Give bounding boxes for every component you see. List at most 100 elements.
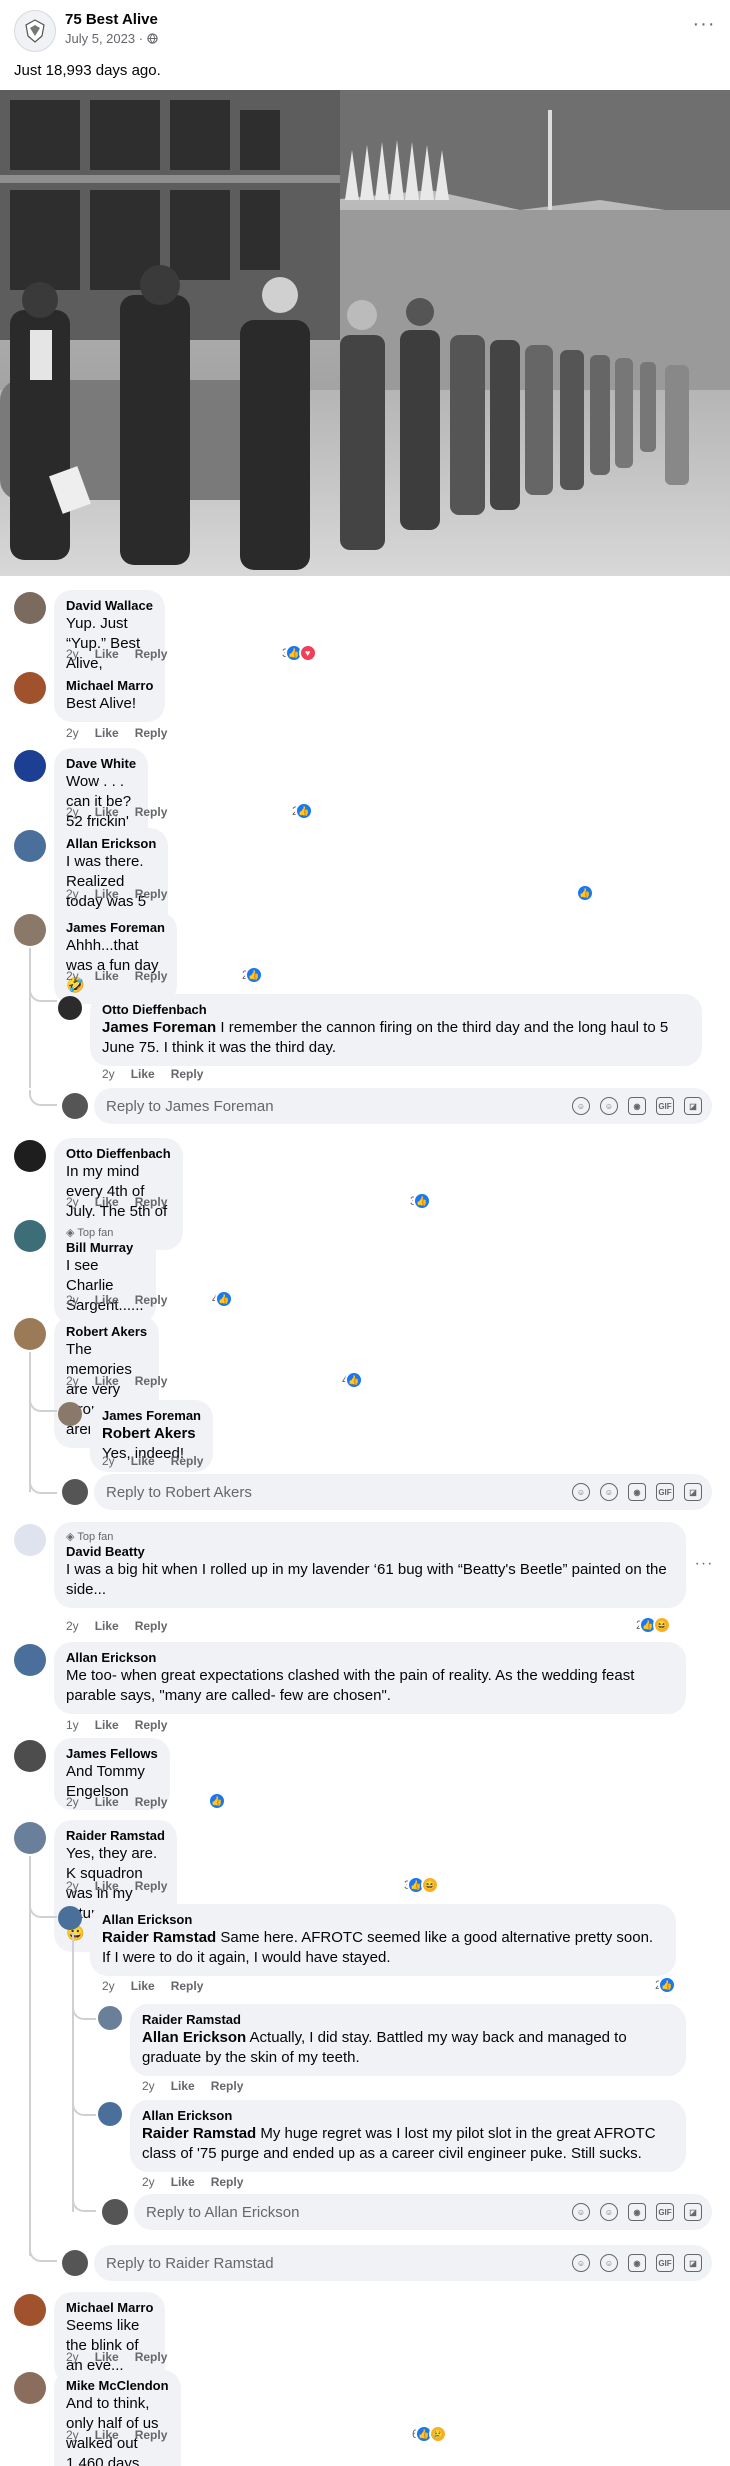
comment-age[interactable]: 2y	[66, 2350, 79, 2364]
emoji-icon[interactable]: ☺	[600, 1097, 618, 1115]
like-button[interactable]: Like	[95, 805, 119, 819]
reply-button[interactable]: Reply	[135, 1879, 168, 1893]
like-button[interactable]: Like	[131, 1067, 155, 1081]
like-button[interactable]: Like	[95, 647, 119, 661]
avatar[interactable]	[14, 750, 46, 782]
reaction-summary[interactable]: 2 👍	[655, 1976, 676, 1994]
emoji-icon[interactable]: ☺	[600, 2254, 618, 2272]
mention-link[interactable]: James Foreman	[102, 1019, 216, 1036]
avatar[interactable]	[58, 1402, 82, 1426]
comment-age[interactable]: 2y	[66, 726, 79, 740]
reply-button[interactable]: Reply	[211, 2079, 244, 2093]
comment-author[interactable]: Michael Marro	[66, 2300, 153, 2316]
comment-author[interactable]: Allan Erickson	[66, 1650, 674, 1666]
gif-icon[interactable]: GIF	[656, 2254, 674, 2272]
comment-author[interactable]: Bill Murray	[66, 1240, 144, 1256]
comment-age[interactable]: 2y	[66, 887, 79, 901]
reaction-summary[interactable]: 3 👍♥	[282, 644, 317, 662]
comment-author[interactable]: David Beatty	[66, 1544, 674, 1560]
like-button[interactable]: Like	[95, 1879, 119, 1893]
like-button[interactable]: Like	[95, 1718, 119, 1732]
comment-age[interactable]: 2y	[142, 2175, 155, 2189]
sticker-icon[interactable]: ◪	[684, 2203, 702, 2221]
sticker-icon[interactable]: ◪	[684, 2254, 702, 2272]
comment-age[interactable]: 2y	[66, 805, 79, 819]
reply-button[interactable]: Reply	[135, 887, 168, 901]
camera-icon[interactable]: ◉	[628, 2254, 646, 2272]
reaction-summary[interactable]: 2 👍😆	[636, 1616, 671, 1634]
reaction-summary[interactable]: 👍	[206, 1792, 226, 1810]
gif-icon[interactable]: GIF	[656, 1097, 674, 1115]
comment-age[interactable]: 2y	[66, 1879, 79, 1893]
reply-button[interactable]: Reply	[135, 1374, 168, 1388]
comment-author[interactable]: Mike McClendon	[66, 2378, 169, 2394]
comment-author[interactable]: Michael Marro	[66, 678, 153, 694]
comment-author[interactable]: James Fellows	[66, 1746, 158, 1762]
reply-button[interactable]: Reply	[135, 969, 168, 983]
reply-button[interactable]: Reply	[135, 1718, 168, 1732]
reaction-summary[interactable]: 3 👍😆	[404, 1876, 439, 1894]
comment-author[interactable]: Allan Erickson	[142, 2108, 674, 2124]
comment-age[interactable]: 2y	[142, 2079, 155, 2093]
camera-icon[interactable]: ◉	[628, 1097, 646, 1115]
reaction-summary[interactable]: 👍	[574, 884, 594, 902]
sticker-icon[interactable]: ◪	[684, 1483, 702, 1501]
reply-input[interactable]: Reply to Allan Erickson ☺ ☺ ◉ GIF ◪	[134, 2194, 712, 2230]
reply-button[interactable]: Reply	[171, 1979, 204, 1993]
like-button[interactable]: Like	[95, 1374, 119, 1388]
like-button[interactable]: Like	[171, 2079, 195, 2093]
comment-age[interactable]: 2y	[66, 2428, 79, 2442]
avatar-sticker-icon[interactable]: ☺	[572, 1483, 590, 1501]
page-avatar[interactable]	[14, 10, 56, 52]
comment-age[interactable]: 2y	[66, 1195, 79, 1209]
like-button[interactable]: Like	[95, 726, 119, 740]
avatar-sticker-icon[interactable]: ☺	[572, 2254, 590, 2272]
like-button[interactable]: Like	[95, 2350, 119, 2364]
sticker-icon[interactable]: ◪	[684, 1097, 702, 1115]
avatar[interactable]	[14, 2372, 46, 2404]
like-button[interactable]: Like	[95, 2428, 119, 2442]
comment-more-button[interactable]: ···	[694, 1556, 714, 1578]
reply-button[interactable]: Reply	[135, 726, 168, 740]
reply-input[interactable]: Reply to Raider Ramstad ☺ ☺ ◉ GIF ◪	[94, 2245, 712, 2281]
camera-icon[interactable]: ◉	[628, 2203, 646, 2221]
avatar[interactable]	[14, 1644, 46, 1676]
reply-button[interactable]: Reply	[135, 1195, 168, 1209]
like-button[interactable]: Like	[131, 1454, 155, 1468]
comment-age[interactable]: 2y	[66, 647, 79, 661]
gif-icon[interactable]: GIF	[656, 1483, 674, 1501]
reply-button[interactable]: Reply	[171, 1067, 204, 1081]
reaction-summary[interactable]: 4 👍	[212, 1290, 233, 1308]
comment-age[interactable]: 2y	[66, 969, 79, 983]
emoji-icon[interactable]: ☺	[600, 2203, 618, 2221]
reply-button[interactable]: Reply	[211, 2175, 244, 2189]
avatar[interactable]	[14, 1220, 46, 1252]
mention-link[interactable]: Robert Akers	[102, 1425, 196, 1442]
comment-author[interactable]: James Foreman	[66, 920, 165, 936]
comment-age[interactable]: 2y	[66, 1374, 79, 1388]
like-button[interactable]: Like	[95, 1195, 119, 1209]
reply-button[interactable]: Reply	[171, 1454, 204, 1468]
reaction-summary[interactable]: 6 👍😢	[412, 2425, 447, 2443]
reply-button[interactable]: Reply	[135, 1293, 168, 1307]
avatar[interactable]	[14, 672, 46, 704]
avatar[interactable]	[14, 914, 46, 946]
comment-author[interactable]: Allan Erickson	[102, 1912, 664, 1928]
comment-age[interactable]: 2y	[66, 1619, 79, 1633]
avatar[interactable]	[14, 1740, 46, 1772]
comment-author[interactable]: Raider Ramstad	[66, 1828, 165, 1844]
avatar-sticker-icon[interactable]: ☺	[572, 1097, 590, 1115]
reaction-summary[interactable]: 2 👍	[292, 802, 313, 820]
reply-button[interactable]: Reply	[135, 647, 168, 661]
comment-author[interactable]: Robert Akers	[66, 1324, 147, 1340]
comment-author[interactable]: Allan Erickson	[66, 836, 156, 852]
avatar[interactable]	[14, 1140, 46, 1172]
emoji-icon[interactable]: ☺	[600, 1483, 618, 1501]
comment-age[interactable]: 2y	[102, 1454, 115, 1468]
avatar[interactable]	[14, 1524, 46, 1556]
like-button[interactable]: Like	[95, 969, 119, 983]
like-button[interactable]: Like	[95, 887, 119, 901]
comment-author[interactable]: Raider Ramstad	[142, 2012, 674, 2028]
comment-author[interactable]: Otto Dieffenbach	[102, 1002, 690, 1018]
comment-author[interactable]: Otto Dieffenbach	[66, 1146, 171, 1162]
